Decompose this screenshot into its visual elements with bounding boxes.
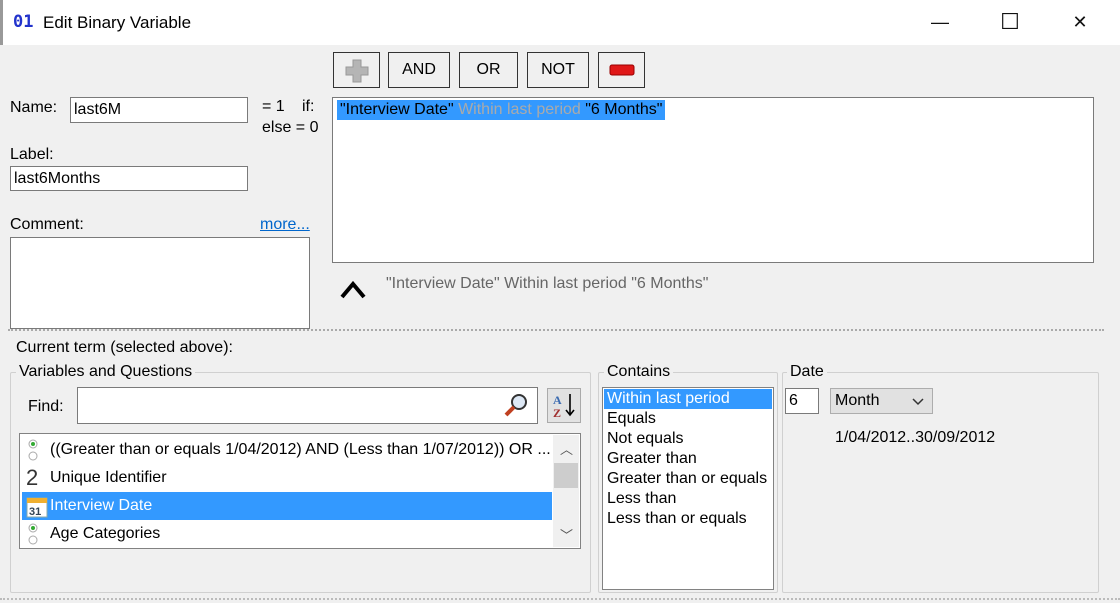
minimize-button[interactable]: —	[915, 8, 965, 36]
plus-icon	[345, 59, 368, 83]
radio-categorical-icon	[26, 522, 46, 546]
date-group-label: Date	[787, 363, 827, 381]
current-term-label: Current term (selected above):	[16, 339, 233, 356]
close-button[interactable]: ✕	[1055, 8, 1105, 36]
app-icon: 01	[13, 12, 34, 32]
chevron-down-icon	[912, 398, 924, 406]
svg-text:Z: Z	[553, 406, 561, 420]
find-input[interactable]	[77, 387, 538, 424]
magnifier-icon[interactable]	[503, 392, 529, 418]
find-label: Find:	[28, 398, 64, 415]
list-item[interactable]: 2 Unique Identifier	[22, 464, 552, 492]
if-label: if:	[302, 98, 315, 115]
comment-input[interactable]	[10, 237, 310, 329]
calendar-icon: 31	[26, 494, 48, 518]
term-variable: "Interview Date"	[340, 101, 454, 118]
sort-az-icon: AZ	[553, 393, 575, 420]
add-term-button[interactable]	[333, 52, 380, 88]
period-unit-select[interactable]: Month	[830, 388, 933, 414]
not-button[interactable]: NOT	[527, 52, 589, 88]
list-item-label: Age Categories	[50, 525, 161, 542]
splitter[interactable]	[8, 329, 1104, 331]
list-item[interactable]: Age Categories	[22, 520, 552, 548]
variables-group-label: Variables and Questions	[16, 363, 196, 381]
scroll-up-icon[interactable]: ︿	[560, 439, 573, 458]
expression-editor[interactable]: "Interview Date" Within last period "6 M…	[332, 97, 1094, 263]
equals-one-label: = 1	[262, 98, 285, 115]
svg-text:A: A	[553, 393, 562, 407]
svg-text:31: 31	[29, 506, 41, 518]
or-button[interactable]: OR	[459, 52, 518, 88]
list-item[interactable]: ((Greater than or equals 1/04/2012) AND …	[22, 436, 552, 464]
scroll-down-icon[interactable]: ﹀	[560, 525, 573, 544]
expression-preview: "Interview Date" Within last period "6 M…	[386, 275, 709, 292]
contains-option[interactable]: Greater than or equals	[604, 469, 772, 489]
list-item-label: Interview Date	[50, 497, 153, 514]
more-link[interactable]: more...	[260, 216, 310, 234]
remove-term-button[interactable]	[598, 52, 645, 88]
list-item-selected[interactable]: 31 Interview Date	[22, 492, 552, 520]
list-item-label: Unique Identifier	[50, 469, 167, 486]
variables-list[interactable]: ((Greater than or equals 1/04/2012) AND …	[19, 433, 581, 549]
and-button[interactable]: AND	[388, 52, 450, 88]
sort-button[interactable]: AZ	[547, 388, 581, 423]
contains-option[interactable]: Less than or equals	[604, 509, 772, 529]
bottom-edge	[0, 598, 1120, 600]
name-label: Name:	[10, 99, 58, 116]
label-input[interactable]	[10, 166, 248, 191]
numeric-2-icon: 2	[26, 465, 39, 490]
contains-option[interactable]: Equals	[604, 409, 772, 429]
selected-term[interactable]: "Interview Date" Within last period "6 M…	[337, 100, 666, 120]
term-value: "6 Months"	[585, 101, 663, 118]
minus-icon	[609, 64, 634, 76]
period-count-input[interactable]	[785, 388, 819, 414]
caret-up-icon	[340, 281, 366, 299]
contains-option[interactable]: Within last period	[604, 389, 772, 409]
maximize-button[interactable]: ☐	[985, 8, 1035, 36]
label-label: Label:	[10, 146, 54, 163]
radio-categorical-icon	[26, 438, 46, 462]
scroll-thumb[interactable]	[554, 463, 578, 488]
contains-option[interactable]: Not equals	[604, 429, 772, 449]
name-input[interactable]	[70, 97, 248, 123]
list-item-label: ((Greater than or equals 1/04/2012) AND …	[50, 441, 551, 458]
contains-group-label: Contains	[604, 363, 674, 381]
contains-list[interactable]: Within last period Equals Not equals Gre…	[602, 387, 774, 590]
contains-option[interactable]: Greater than	[604, 449, 772, 469]
list-scrollbar[interactable]: ︿ ﹀	[553, 435, 579, 547]
period-unit-value: Month	[835, 392, 880, 409]
date-range-text: 1/04/2012..30/09/2012	[835, 429, 996, 446]
window-title: Edit Binary Variable	[43, 13, 192, 32]
comment-label: Comment:	[10, 216, 84, 233]
term-operator: Within last period	[458, 101, 581, 118]
else-label: else = 0	[262, 119, 319, 136]
contains-option[interactable]: Less than	[604, 489, 772, 509]
